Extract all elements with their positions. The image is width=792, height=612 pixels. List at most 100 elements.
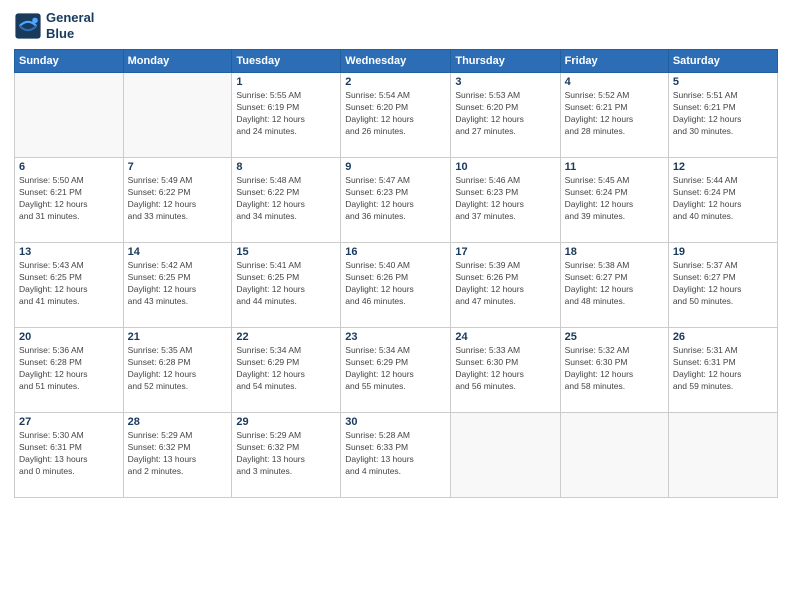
day-info: Sunrise: 5:46 AM Sunset: 6:23 PM Dayligh… xyxy=(455,175,555,223)
day-info: Sunrise: 5:45 AM Sunset: 6:24 PM Dayligh… xyxy=(565,175,664,223)
calendar-cell: 21 Sunrise: 5:35 AM Sunset: 6:28 PM Dayli… xyxy=(123,328,232,413)
day-info: Sunrise: 5:52 AM Sunset: 6:21 PM Dayligh… xyxy=(565,90,664,138)
calendar-cell: 10 Sunrise: 5:46 AM Sunset: 6:23 PM Dayli… xyxy=(451,158,560,243)
calendar-cell: 25 Sunrise: 5:32 AM Sunset: 6:30 PM Dayli… xyxy=(560,328,668,413)
day-number: 27 xyxy=(19,416,119,428)
day-info: Sunrise: 5:54 AM Sunset: 6:20 PM Dayligh… xyxy=(345,90,446,138)
day-info: Sunrise: 5:31 AM Sunset: 6:31 PM Dayligh… xyxy=(673,345,773,393)
day-number: 28 xyxy=(128,416,228,428)
day-info: Sunrise: 5:34 AM Sunset: 6:29 PM Dayligh… xyxy=(236,345,336,393)
day-info: Sunrise: 5:49 AM Sunset: 6:22 PM Dayligh… xyxy=(128,175,228,223)
calendar-cell: 15Sunrise: 5:41 AM Sunset: 6:25 PM Dayli… xyxy=(232,243,341,328)
calendar-cell: 18Sunrise: 5:38 AM Sunset: 6:27 PM Dayli… xyxy=(560,243,668,328)
day-number: 8 xyxy=(236,161,336,173)
calendar-cell: 3 Sunrise: 5:53 AM Sunset: 6:20 PM Daylig… xyxy=(451,73,560,158)
day-info: Sunrise: 5:29 AM Sunset: 6:32 PM Dayligh… xyxy=(128,430,228,478)
day-number: 16 xyxy=(345,246,446,258)
day-info: Sunrise: 5:47 AM Sunset: 6:23 PM Dayligh… xyxy=(345,175,446,223)
day-number: 9 xyxy=(345,161,446,173)
calendar-cell: 24 Sunrise: 5:33 AM Sunset: 6:30 PM Dayli… xyxy=(451,328,560,413)
day-number: 13 xyxy=(19,246,119,258)
day-info: Sunrise: 5:48 AM Sunset: 6:22 PM Dayligh… xyxy=(236,175,336,223)
day-number: 26 xyxy=(673,331,773,343)
day-info: Sunrise: 5:39 AM Sunset: 6:26 PM Dayligh… xyxy=(455,260,555,308)
day-number: 6 xyxy=(19,161,119,173)
day-info: Sunrise: 5:29 AM Sunset: 6:32 PM Dayligh… xyxy=(236,430,336,478)
calendar-cell: 22 Sunrise: 5:34 AM Sunset: 6:29 PM Dayli… xyxy=(232,328,341,413)
day-number: 11 xyxy=(565,161,664,173)
calendar-cell: 19 Sunrise: 5:37 AM Sunset: 6:27 PM Dayli… xyxy=(668,243,777,328)
day-number: 1 xyxy=(236,76,336,88)
day-number: 2 xyxy=(345,76,446,88)
day-number: 5 xyxy=(673,76,773,88)
day-of-week-header: Sunday xyxy=(15,50,124,73)
day-of-week-header: Monday xyxy=(123,50,232,73)
day-info: Sunrise: 5:34 AM Sunset: 6:29 PM Dayligh… xyxy=(345,345,446,393)
calendar-cell: 29 Sunrise: 5:29 AM Sunset: 6:32 PM Dayli… xyxy=(232,413,341,498)
calendar-table: SundayMondayTuesdayWednesdayThursdayFrid… xyxy=(14,49,778,498)
day-info: Sunrise: 5:36 AM Sunset: 6:28 PM Dayligh… xyxy=(19,345,119,393)
logo-icon xyxy=(14,12,42,40)
calendar-cell: 26 Sunrise: 5:31 AM Sunset: 6:31 PM Dayli… xyxy=(668,328,777,413)
day-number: 22 xyxy=(236,331,336,343)
day-number: 18 xyxy=(565,246,664,258)
day-number: 25 xyxy=(565,331,664,343)
calendar-cell xyxy=(15,73,124,158)
day-info: Sunrise: 5:30 AM Sunset: 6:31 PM Dayligh… xyxy=(19,430,119,478)
day-number: 19 xyxy=(673,246,773,258)
day-number: 14 xyxy=(128,246,228,258)
logo: General Blue xyxy=(14,10,94,41)
calendar-cell: 13 Sunrise: 5:43 AM Sunset: 6:25 PM Dayli… xyxy=(15,243,124,328)
calendar-cell: 1Sunrise: 5:55 AM Sunset: 6:19 PM Daylig… xyxy=(232,73,341,158)
day-number: 29 xyxy=(236,416,336,428)
calendar-cell: 16 Sunrise: 5:40 AM Sunset: 6:26 PM Dayli… xyxy=(341,243,451,328)
day-number: 23 xyxy=(345,331,446,343)
calendar-cell: 17 Sunrise: 5:39 AM Sunset: 6:26 PM Dayli… xyxy=(451,243,560,328)
day-number: 10 xyxy=(455,161,555,173)
day-info: Sunrise: 5:43 AM Sunset: 6:25 PM Dayligh… xyxy=(19,260,119,308)
page-header: General Blue xyxy=(14,10,778,41)
day-info: Sunrise: 5:32 AM Sunset: 6:30 PM Dayligh… xyxy=(565,345,664,393)
day-number: 15 xyxy=(236,246,336,258)
day-of-week-header: Tuesday xyxy=(232,50,341,73)
day-info: Sunrise: 5:28 AM Sunset: 6:33 PM Dayligh… xyxy=(345,430,446,478)
day-info: Sunrise: 5:51 AM Sunset: 6:21 PM Dayligh… xyxy=(673,90,773,138)
calendar-cell xyxy=(123,73,232,158)
logo-text: General Blue xyxy=(46,10,94,41)
day-of-week-header: Saturday xyxy=(668,50,777,73)
day-number: 17 xyxy=(455,246,555,258)
day-number: 3 xyxy=(455,76,555,88)
day-info: Sunrise: 5:33 AM Sunset: 6:30 PM Dayligh… xyxy=(455,345,555,393)
calendar-cell: 2 Sunrise: 5:54 AM Sunset: 6:20 PM Daylig… xyxy=(341,73,451,158)
calendar-cell: 9 Sunrise: 5:47 AM Sunset: 6:23 PM Daylig… xyxy=(341,158,451,243)
calendar-cell xyxy=(560,413,668,498)
day-number: 12 xyxy=(673,161,773,173)
calendar-cell: 5 Sunrise: 5:51 AM Sunset: 6:21 PM Daylig… xyxy=(668,73,777,158)
day-number: 24 xyxy=(455,331,555,343)
calendar-cell: 4 Sunrise: 5:52 AM Sunset: 6:21 PM Daylig… xyxy=(560,73,668,158)
day-number: 4 xyxy=(565,76,664,88)
day-number: 21 xyxy=(128,331,228,343)
day-info: Sunrise: 5:53 AM Sunset: 6:20 PM Dayligh… xyxy=(455,90,555,138)
calendar-cell: 8 Sunrise: 5:48 AM Sunset: 6:22 PM Daylig… xyxy=(232,158,341,243)
day-number: 30 xyxy=(345,416,446,428)
calendar-cell: 6Sunrise: 5:50 AM Sunset: 6:21 PM Daylig… xyxy=(15,158,124,243)
calendar-cell: 28 Sunrise: 5:29 AM Sunset: 6:32 PM Dayli… xyxy=(123,413,232,498)
calendar-cell: 20 Sunrise: 5:36 AM Sunset: 6:28 PM Dayli… xyxy=(15,328,124,413)
day-info: Sunrise: 5:44 AM Sunset: 6:24 PM Dayligh… xyxy=(673,175,773,223)
day-of-week-header: Wednesday xyxy=(341,50,451,73)
calendar-cell xyxy=(451,413,560,498)
day-info: Sunrise: 5:42 AM Sunset: 6:25 PM Dayligh… xyxy=(128,260,228,308)
day-info: Sunrise: 5:40 AM Sunset: 6:26 PM Dayligh… xyxy=(345,260,446,308)
day-number: 20 xyxy=(19,331,119,343)
calendar-cell: 11 Sunrise: 5:45 AM Sunset: 6:24 PM Dayli… xyxy=(560,158,668,243)
calendar-cell xyxy=(668,413,777,498)
day-of-week-header: Friday xyxy=(560,50,668,73)
calendar-cell: 7Sunrise: 5:49 AM Sunset: 6:22 PM Daylig… xyxy=(123,158,232,243)
calendar-cell: 27 Sunrise: 5:30 AM Sunset: 6:31 PM Dayli… xyxy=(15,413,124,498)
day-info: Sunrise: 5:37 AM Sunset: 6:27 PM Dayligh… xyxy=(673,260,773,308)
day-of-week-header: Thursday xyxy=(451,50,560,73)
calendar-cell: 12 Sunrise: 5:44 AM Sunset: 6:24 PM Dayli… xyxy=(668,158,777,243)
day-info: Sunrise: 5:35 AM Sunset: 6:28 PM Dayligh… xyxy=(128,345,228,393)
calendar-cell: 23 Sunrise: 5:34 AM Sunset: 6:29 PM Dayli… xyxy=(341,328,451,413)
